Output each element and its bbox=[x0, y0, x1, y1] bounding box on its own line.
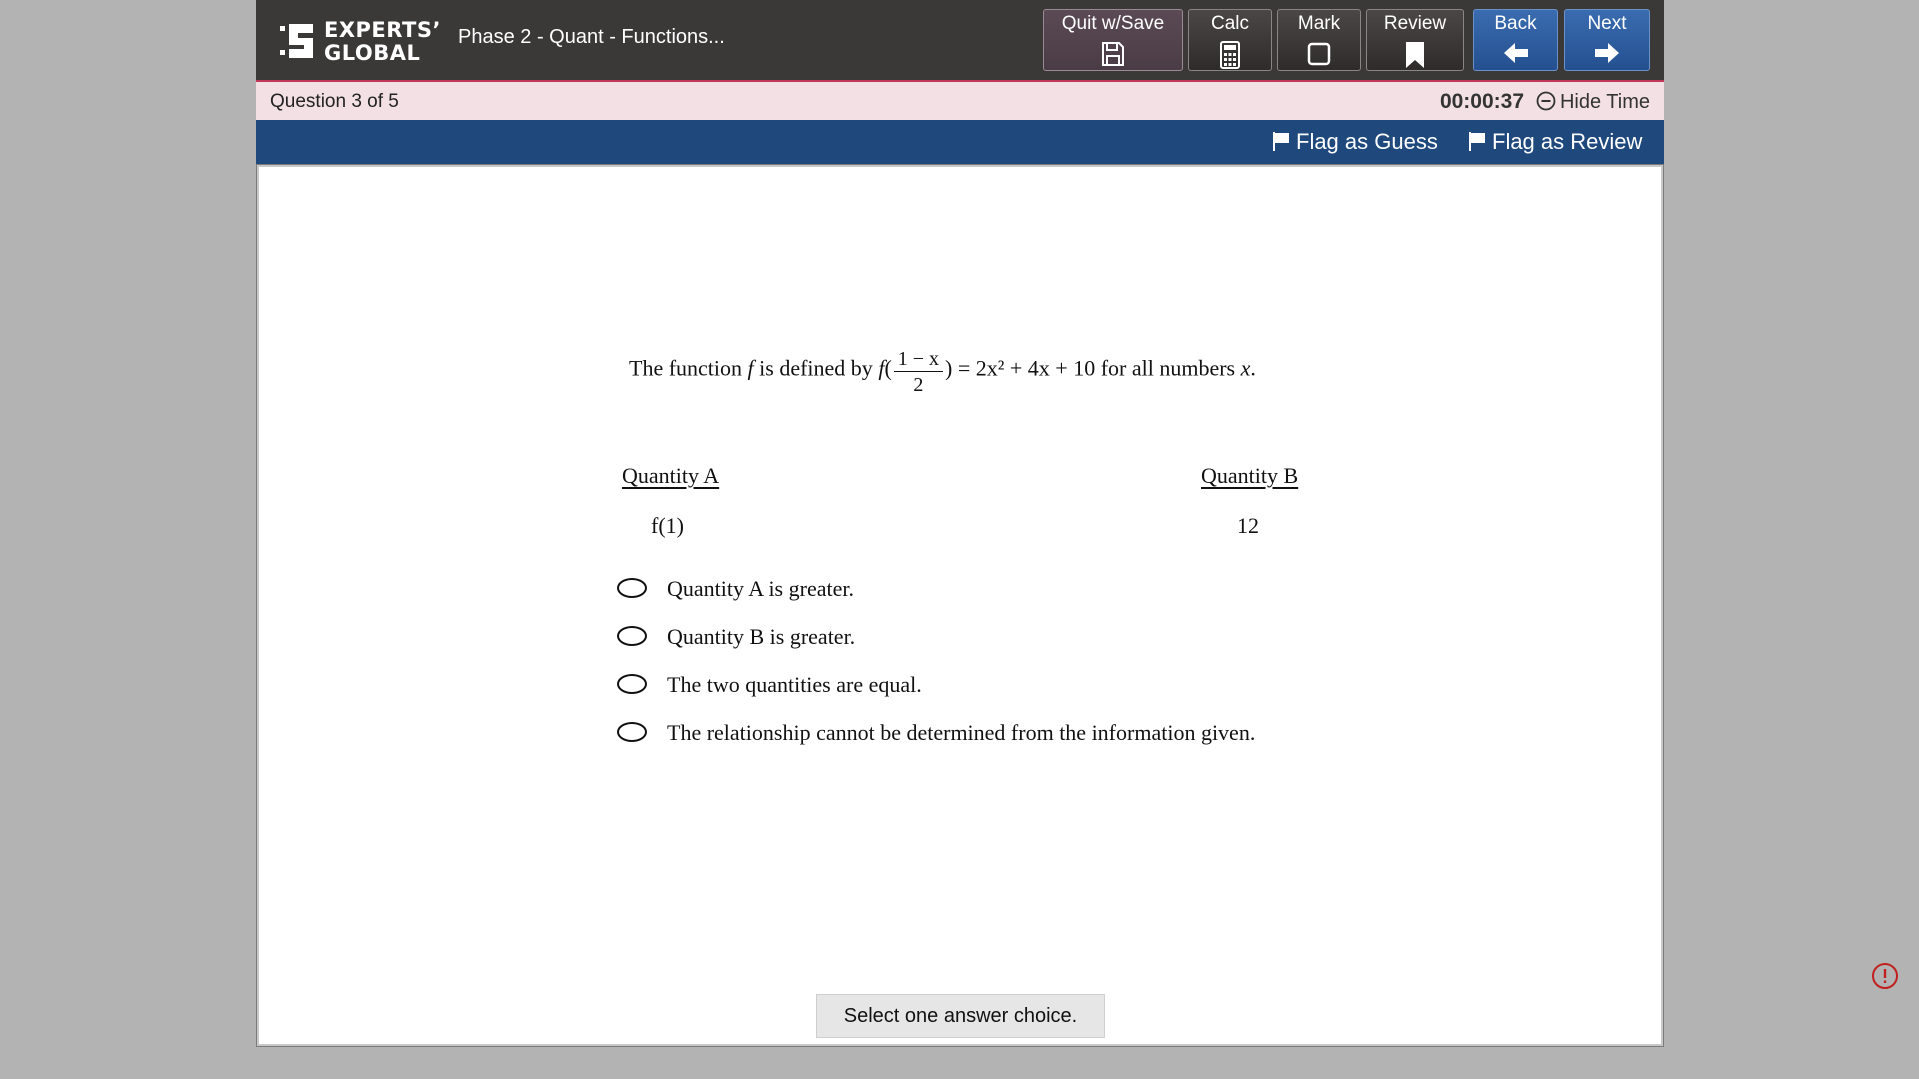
review-button[interactable]: Review bbox=[1366, 9, 1464, 71]
flag-icon bbox=[1469, 132, 1485, 151]
flag-bar: Flag as Guess Flag as Review bbox=[256, 120, 1664, 164]
logo-line-2: GLOBAL bbox=[324, 41, 421, 65]
question-info-bar: Question 3 of 5 00:00:37 Hide Time bbox=[256, 82, 1664, 120]
error-icon[interactable] bbox=[1871, 962, 1899, 990]
fraction-denominator: 2 bbox=[913, 374, 924, 396]
quantity-b-label: Quantity B bbox=[1201, 463, 1299, 488]
minus-circle-icon bbox=[1536, 91, 1556, 111]
fraction-numerator: 1 − x bbox=[893, 347, 944, 372]
choice-text: Quantity A is greater. bbox=[667, 576, 854, 601]
bookmark-icon bbox=[1406, 42, 1424, 68]
checkbox-icon bbox=[1307, 42, 1331, 66]
stem-variable: x bbox=[1240, 355, 1251, 381]
flag-as-review-label: Flag as Review bbox=[1492, 129, 1643, 154]
stem-prefix: The function bbox=[629, 355, 743, 381]
calc-label: Calc bbox=[1210, 13, 1249, 34]
question-counter: Question 3 of 5 bbox=[270, 91, 399, 112]
mark-button[interactable]: Mark bbox=[1277, 9, 1361, 71]
review-label: Review bbox=[1383, 13, 1447, 34]
stem-fraction: 1 − x2 bbox=[893, 347, 944, 398]
question-content: The function f is defined by f(1 − x 2) =… bbox=[256, 164, 1664, 1047]
radio-button[interactable] bbox=[617, 626, 647, 646]
calc-button[interactable]: Calc bbox=[1188, 9, 1272, 71]
radio-button[interactable] bbox=[617, 722, 647, 742]
exam-title: Phase 2 - Quant - Functions... bbox=[458, 26, 725, 48]
calculator-icon bbox=[1220, 41, 1240, 69]
logo-line-1: EXPERTS’ bbox=[324, 18, 441, 42]
choice-text: The two quantities are equal. bbox=[667, 672, 922, 697]
top-toolbar: EXPERTS’ GLOBAL Phase 2 - Quant - Functi… bbox=[256, 0, 1664, 82]
logo-mark-icon bbox=[280, 24, 313, 58]
question-stem: The function f is defined by f(1 − x 2) =… bbox=[629, 347, 1256, 398]
arrow-left-icon bbox=[1503, 43, 1528, 63]
next-button[interactable]: Next bbox=[1564, 9, 1650, 71]
back-label: Back bbox=[1494, 13, 1537, 34]
quit-save-label: Quit w/Save bbox=[1061, 13, 1165, 34]
test-window: EXPERTS’ GLOBAL Phase 2 - Quant - Functi… bbox=[256, 0, 1664, 1047]
radio-button[interactable] bbox=[617, 674, 647, 694]
stem-function-name: f bbox=[747, 355, 754, 381]
mark-label: Mark bbox=[1297, 13, 1341, 34]
quantity-a-label: Quantity A bbox=[622, 463, 720, 488]
choice-text: Quantity B is greater. bbox=[667, 624, 856, 649]
hide-time-button[interactable]: Hide Time bbox=[1536, 91, 1650, 114]
stem-end: . bbox=[1250, 355, 1256, 381]
flag-as-guess-button[interactable]: Flag as Guess bbox=[1272, 129, 1438, 155]
radio-button[interactable] bbox=[617, 578, 647, 598]
save-icon bbox=[1102, 42, 1124, 66]
flag-as-guess-label: Flag as Guess bbox=[1296, 129, 1438, 154]
quantity-a-value: f(1) bbox=[651, 513, 684, 538]
flag-as-review-button[interactable]: Flag as Review bbox=[1468, 129, 1642, 155]
stem-equation: = 2x² + 4x + 10 for all numbers bbox=[957, 355, 1236, 381]
arrow-right-icon bbox=[1595, 43, 1619, 63]
instruction-hint: Select one answer choice. bbox=[816, 994, 1105, 1038]
experts-global-logo: EXPERTS’ GLOBAL bbox=[280, 18, 440, 66]
logo-text: EXPERTS’ GLOBAL bbox=[324, 19, 441, 65]
flag-icon bbox=[1273, 132, 1289, 151]
next-label: Next bbox=[1587, 13, 1627, 34]
timer: 00:00:37 bbox=[1439, 90, 1524, 113]
back-button[interactable]: Back bbox=[1473, 9, 1558, 71]
quantity-b-value: 12 bbox=[1237, 513, 1259, 538]
quit-save-button[interactable]: Quit w/Save bbox=[1043, 9, 1183, 71]
stem-middle: is defined by bbox=[759, 355, 873, 381]
hide-time-label: Hide Time bbox=[1559, 91, 1650, 113]
choice-text: The relationship cannot be determined fr… bbox=[667, 720, 1256, 745]
